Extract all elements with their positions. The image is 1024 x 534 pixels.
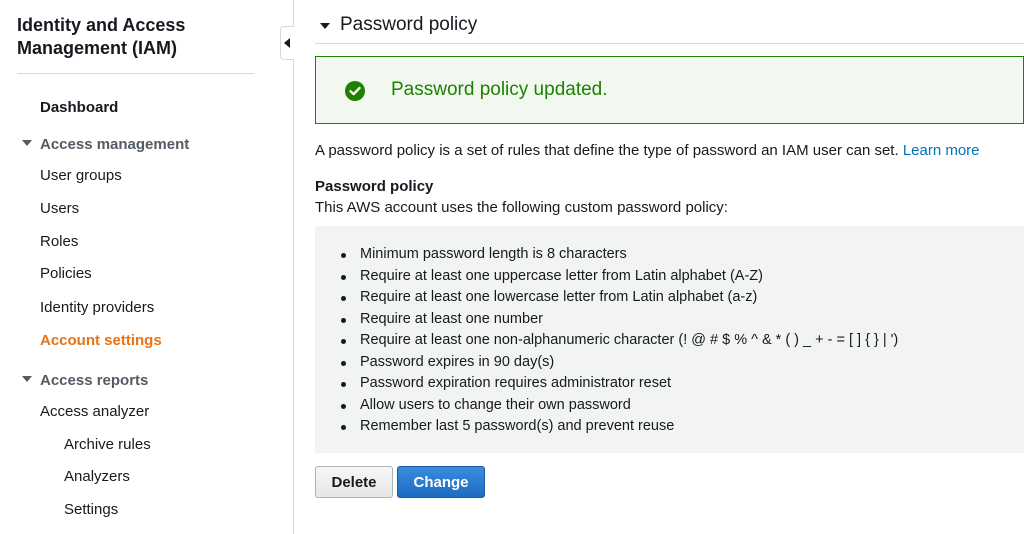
description-text: A password policy is a set of rules that…: [315, 142, 899, 159]
success-alert: Password policy updated.: [315, 56, 1024, 124]
section-title: Password policy: [340, 14, 478, 35]
policy-heading: Password policy: [315, 178, 434, 195]
sidebar-item-access-analyzer[interactable]: Access analyzer: [40, 403, 149, 420]
list-item: Require at least one uppercase letter fr…: [341, 266, 898, 288]
sidebar-item-analyzers[interactable]: Analyzers: [64, 468, 130, 485]
list-item: Password expiration requires administrat…: [341, 373, 898, 395]
change-button[interactable]: Change: [397, 466, 485, 498]
sidebar-section-label: Access management: [40, 136, 190, 153]
check-circle-icon: [345, 81, 365, 101]
learn-more-link[interactable]: Learn more: [903, 142, 980, 159]
caret-down-icon[interactable]: [320, 23, 330, 29]
delete-button[interactable]: Delete: [315, 466, 393, 498]
list-item: Password expires in 90 day(s): [341, 352, 898, 374]
sidebar-item-settings[interactable]: Settings: [64, 501, 118, 518]
collapse-sidebar-button[interactable]: [280, 26, 294, 60]
sidebar-divider: [17, 73, 254, 74]
list-item: Require at least one non-alphanumeric ch…: [341, 330, 898, 352]
policy-rules-box: Minimum password length is 8 characters …: [315, 226, 1024, 453]
alert-message: Password policy updated.: [391, 79, 608, 100]
sidebar-title: Identity and Access Management (IAM): [17, 15, 186, 58]
main-content: Password policy Password policy updated.…: [315, 0, 1024, 534]
sidebar-item-user-groups[interactable]: User groups: [40, 167, 122, 184]
sidebar-item-identity-providers[interactable]: Identity providers: [40, 299, 154, 316]
sidebar-item-account-settings[interactable]: Account settings: [40, 332, 162, 349]
sidebar-section-access-reports[interactable]: Access reports: [22, 372, 148, 389]
caret-down-icon: [22, 140, 32, 147]
policy-rules-list: Minimum password length is 8 characters …: [341, 244, 898, 438]
list-item: Minimum password length is 8 characters: [341, 244, 898, 266]
sidebar-item-roles[interactable]: Roles: [40, 233, 78, 250]
sidebar-item-dashboard[interactable]: Dashboard: [40, 99, 118, 116]
list-item: Require at least one number: [341, 309, 898, 331]
sidebar-section-access-management[interactable]: Access management: [22, 136, 189, 153]
policy-description: A password policy is a set of rules that…: [315, 142, 980, 159]
sidebar-item-policies[interactable]: Policies: [40, 265, 92, 282]
sidebar-section-label: Access reports: [40, 372, 149, 389]
list-item: Remember last 5 password(s) and prevent …: [341, 416, 898, 438]
caret-down-icon: [22, 376, 32, 383]
section-header: Password policy: [315, 0, 1024, 44]
list-item: Require at least one lowercase letter fr…: [341, 287, 898, 309]
sidebar-item-users[interactable]: Users: [40, 200, 79, 217]
sidebar: Identity and Access Management (IAM) Das…: [0, 0, 294, 534]
sidebar-item-archive-rules[interactable]: Archive rules: [64, 436, 151, 453]
list-item: Allow users to change their own password: [341, 395, 898, 417]
policy-subtitle: This AWS account uses the following cust…: [315, 199, 728, 216]
caret-left-icon: [284, 38, 290, 48]
